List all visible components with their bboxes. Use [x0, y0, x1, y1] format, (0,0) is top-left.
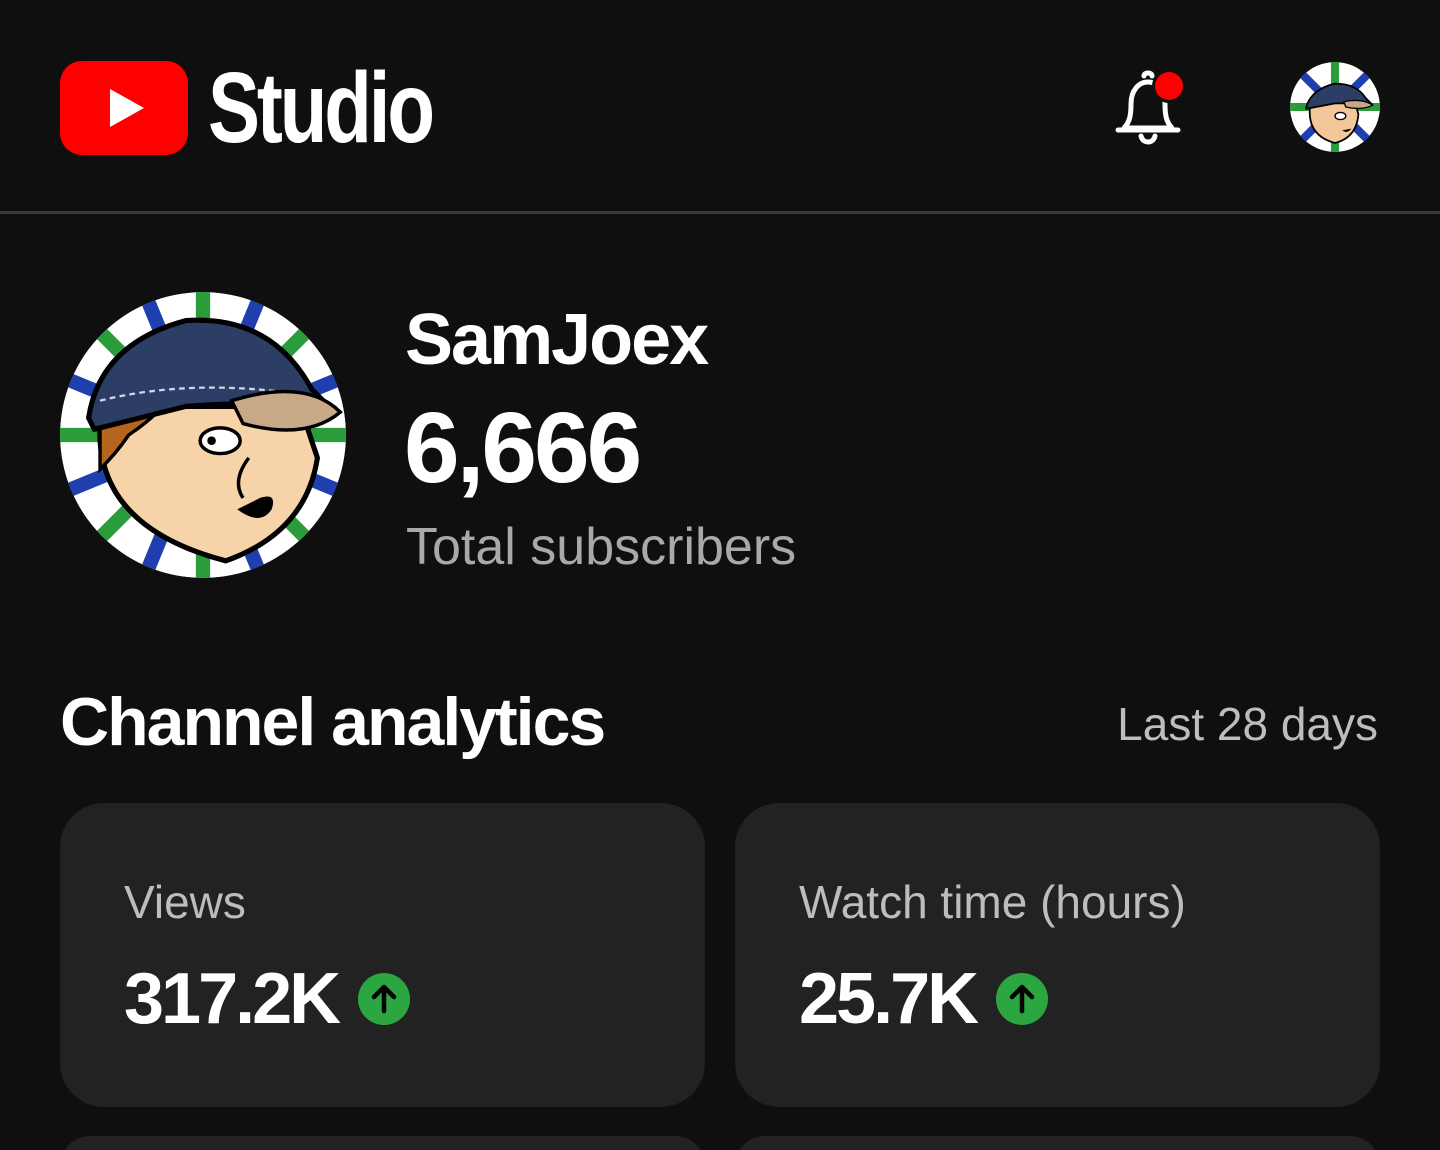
subscriber-count: 6,666	[404, 392, 642, 504]
bell-icon	[1115, 69, 1186, 145]
trend-up-icon	[358, 973, 411, 1025]
card-label: Views	[124, 876, 246, 928]
youtube-play-icon	[60, 61, 188, 155]
channel-avatar[interactable]	[60, 292, 346, 578]
card-value: 317.2K	[124, 959, 341, 1039]
notification-dot	[1155, 72, 1183, 100]
avatar	[60, 292, 346, 578]
card-value: 25.7K	[799, 959, 979, 1039]
studio-dashboard: Studio SamJoex 6,666 Total subscribers C…	[0, 0, 1440, 1150]
channel-name: SamJoex	[405, 300, 709, 380]
date-range-label: Last 28 days	[1117, 698, 1378, 750]
trend-up-icon	[996, 973, 1049, 1025]
avatar	[1290, 62, 1380, 152]
subscriber-label: Total subscribers	[406, 518, 797, 576]
account-avatar-button[interactable]	[1290, 62, 1380, 152]
analytics-card-partial[interactable]	[735, 1136, 1380, 1150]
card-value-row: 317.2K	[124, 959, 411, 1039]
notifications-button[interactable]	[1112, 66, 1186, 152]
views-card[interactable]: Views 317.2K	[60, 803, 705, 1107]
card-label: Watch time (hours)	[799, 876, 1186, 928]
logo-text: Studio	[208, 52, 435, 164]
section-title: Channel analytics	[60, 684, 606, 760]
analytics-card-partial[interactable]	[60, 1136, 705, 1150]
card-value-row: 25.7K	[799, 959, 1049, 1039]
top-bar: Studio	[0, 0, 1440, 214]
studio-logo[interactable]: Studio	[60, 58, 495, 158]
watch-time-card[interactable]: Watch time (hours) 25.7K	[735, 803, 1380, 1107]
